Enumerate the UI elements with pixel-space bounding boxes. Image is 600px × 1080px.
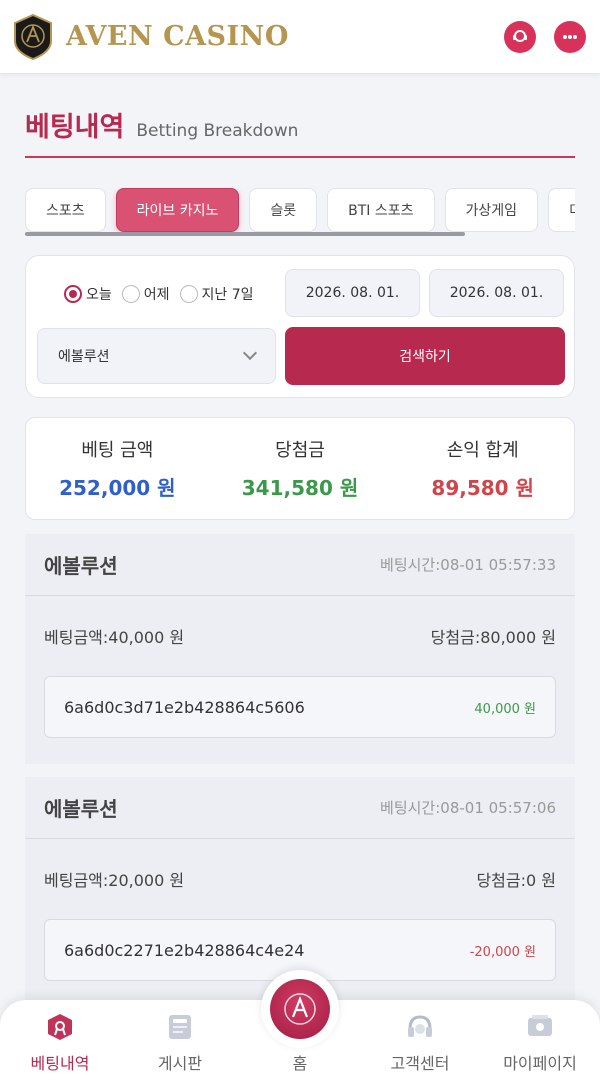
bottom-navigation: 베팅내역 게시판 홈 고객센터 마이페이지 xyxy=(0,970,600,1080)
search-button[interactable]: 검색하기 xyxy=(285,327,565,385)
summary-bet-label: 베팅 금액 xyxy=(81,440,154,461)
bet-record-card: 에볼루션 베팅시간:08-01 05:57:06 베팅금액:20,000 원 당… xyxy=(25,777,575,1000)
page-subtitle: Betting Breakdown xyxy=(136,121,299,141)
tab-virtual-game[interactable]: 가상게임 xyxy=(444,188,539,232)
nav-label: 베팅내역 xyxy=(30,1054,90,1073)
nav-label: 게시판 xyxy=(157,1054,203,1073)
radio-label: 지난 7일 xyxy=(201,287,254,303)
nav-betting-history[interactable]: 베팅내역 xyxy=(5,1012,115,1074)
bet-record-amounts: 베팅금액:40,000 원 당첨금:80,000 원 xyxy=(25,596,575,676)
tab-bti-sports[interactable]: BTI 스포츠 xyxy=(327,188,435,232)
provider-select-value: 에볼루션 xyxy=(58,349,110,365)
radio-selected-icon[interactable] xyxy=(64,285,82,303)
betting-summary: 베팅 금액 252,000 원 당첨금 341,580 원 손익 합계 89,5… xyxy=(25,417,575,520)
nav-board[interactable]: 게시판 xyxy=(125,1012,235,1074)
radio-last-7-days[interactable]: 지난 7일 xyxy=(179,284,254,304)
logo-text[interactable]: AVEN CASINO xyxy=(66,21,289,52)
bet-record-profit: 40,000 원 xyxy=(474,701,536,717)
my-page-icon xyxy=(528,1015,552,1036)
search-filter-box: 오늘 어제 지난 7일 2026. 08. 01. 2026. 08. 01. … xyxy=(25,255,575,398)
bet-record-header: 에볼루션 베팅시간:08-01 05:57:06 xyxy=(25,777,575,839)
bet-record-bet-amount: 베팅금액:20,000 원 xyxy=(44,871,185,890)
home-logo-icon xyxy=(270,979,330,1039)
bet-record-time: 베팅시간:08-01 05:57:06 xyxy=(380,799,556,817)
radio-empty-icon[interactable] xyxy=(179,285,198,303)
bet-record-id: 6a6d0c2271e2b428864c4e24 xyxy=(64,940,305,960)
summary-profit-label: 손익 합계 xyxy=(446,440,519,461)
bet-record-time: 베팅시간:08-01 05:57:33 xyxy=(380,556,556,574)
summary-profit: 손익 합계 89,580 원 xyxy=(391,418,574,519)
game-tabs[interactable]: 스포츠 라이브 카지노 슬롯 BTI 스포츠 가상게임 미니게 xyxy=(25,188,575,236)
page-title: 베팅내역 xyxy=(25,112,125,143)
chevron-down-icon xyxy=(242,345,258,361)
date-from-input[interactable]: 2026. 08. 01. xyxy=(285,269,420,317)
tab-mini-game[interactable]: 미니게 xyxy=(548,188,575,232)
bet-record-header: 에볼루션 베팅시간:08-01 05:57:33 xyxy=(25,534,575,596)
bet-record-provider: 에볼루션 xyxy=(44,797,118,821)
aven-logo-icon[interactable] xyxy=(14,13,52,60)
summary-bet-value: 252,000 원 xyxy=(59,476,176,500)
summary-win-label: 당첨금 xyxy=(275,440,325,461)
nav-label: 마이페이지 xyxy=(503,1054,577,1073)
radio-empty-icon[interactable] xyxy=(121,285,140,303)
nav-home-button[interactable] xyxy=(261,970,339,1048)
nav-my-page[interactable]: 마이페이지 xyxy=(485,1012,595,1074)
tab-slot[interactable]: 슬롯 xyxy=(249,188,318,232)
nav-customer-center[interactable]: 고객센터 xyxy=(365,1012,475,1074)
header-actions xyxy=(504,20,586,53)
board-icon xyxy=(169,1015,191,1039)
radio-label: 오늘 xyxy=(86,287,112,303)
summary-bet: 베팅 금액 252,000 원 xyxy=(26,418,209,519)
provider-select[interactable]: 에볼루션 xyxy=(37,328,276,384)
radio-yesterday[interactable]: 어제 xyxy=(121,284,170,304)
bet-record-id: 6a6d0c3d71e2b428864c5606 xyxy=(64,697,305,717)
support-icon[interactable] xyxy=(504,20,536,53)
summary-profit-value: 89,580 원 xyxy=(431,476,534,500)
headset-icon xyxy=(408,1015,432,1037)
main-content: 베팅내역 Betting Breakdown 스포츠 라이브 카지노 슬롯 BT… xyxy=(0,75,600,1000)
tab-live-casino[interactable]: 라이브 카지노 xyxy=(115,188,240,232)
date-to-input[interactable]: 2026. 08. 01. xyxy=(429,269,564,317)
bet-record-win-amount: 당첨금:80,000 원 xyxy=(430,628,556,647)
chat-icon[interactable] xyxy=(554,20,586,53)
bet-record-provider: 에볼루션 xyxy=(44,554,118,578)
summary-win-value: 341,580 원 xyxy=(241,476,359,500)
page-title-row: 베팅내역 Betting Breakdown xyxy=(25,105,575,158)
betting-history-icon xyxy=(48,1014,72,1040)
date-range-radios: 오늘 어제 지난 7일 xyxy=(64,284,254,304)
radio-today[interactable]: 오늘 xyxy=(64,284,112,304)
tabs-scrollbar[interactable] xyxy=(25,232,465,236)
bet-record-win-amount: 당첨금:0 원 xyxy=(476,871,556,890)
bet-record-id-box: 6a6d0c3d71e2b428864c5606 40,000 원 xyxy=(44,676,556,738)
bet-record-card: 에볼루션 베팅시간:08-01 05:57:33 베팅금액:40,000 원 당… xyxy=(25,534,575,764)
nav-label: 고객센터 xyxy=(390,1054,450,1073)
nav-home-label: 홈 xyxy=(292,1054,308,1073)
bet-record-amounts: 베팅금액:20,000 원 당첨금:0 원 xyxy=(25,839,575,919)
bet-record-profit: -20,000 원 xyxy=(469,944,536,960)
bet-record-bet-amount: 베팅금액:40,000 원 xyxy=(44,628,185,647)
app-header: AVEN CASINO xyxy=(0,0,600,74)
summary-win: 당첨금 341,580 원 xyxy=(209,418,392,519)
radio-label: 어제 xyxy=(143,287,170,303)
tab-sports[interactable]: 스포츠 xyxy=(25,188,106,232)
